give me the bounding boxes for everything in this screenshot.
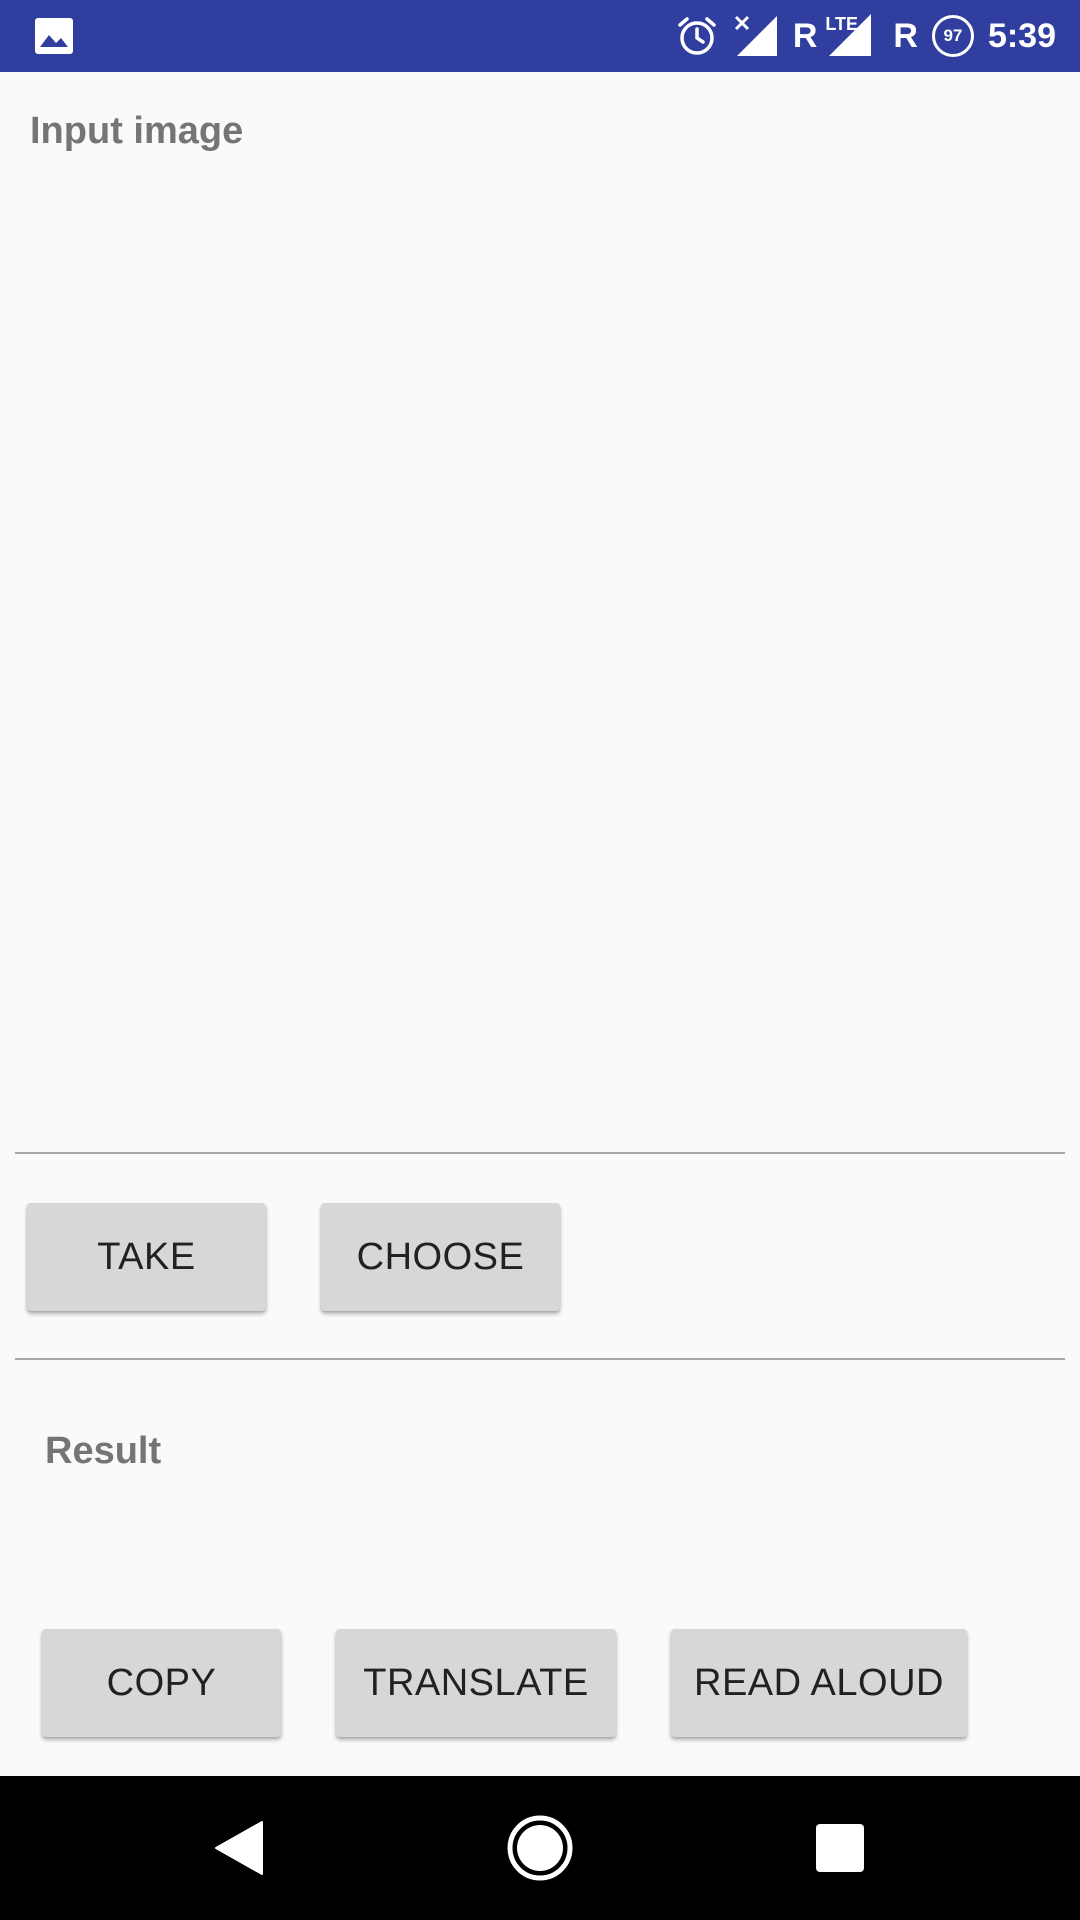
- home-circle-icon: [507, 1815, 573, 1881]
- status-bar: R LTE R 97 5:39: [0, 0, 1080, 72]
- read-aloud-button[interactable]: READ ALOUD: [671, 1629, 967, 1737]
- navigation-bar: [0, 1776, 1080, 1920]
- status-icons: R LTE R 97 5:39: [661, 0, 1056, 72]
- back-triangle-icon: [215, 1821, 263, 1875]
- roaming-indicator-2: R: [893, 17, 918, 55]
- translate-button[interactable]: TRANSLATE: [336, 1629, 616, 1737]
- recents-square-icon: [816, 1824, 864, 1872]
- result-label: Result: [45, 1430, 162, 1472]
- take-photo-button[interactable]: TAKE: [27, 1203, 266, 1311]
- home-button[interactable]: [460, 1776, 620, 1920]
- image-icon: [35, 18, 73, 54]
- choose-image-button[interactable]: CHOOSE: [321, 1203, 560, 1311]
- clock: 5:39: [987, 17, 1056, 55]
- result-text: [45, 1490, 1035, 1600]
- app-screen: R LTE R 97 5:39 Input image TAKE CHOOSE …: [0, 0, 1080, 1920]
- battery-level: 97: [943, 26, 963, 45]
- divider: [15, 1358, 1065, 1360]
- signal-full-icon: [829, 14, 872, 56]
- recents-button[interactable]: [760, 1776, 920, 1920]
- back-button[interactable]: [160, 1776, 320, 1920]
- no-signal-icon: [734, 15, 777, 56]
- input-image-view[interactable]: [15, 160, 1065, 1150]
- input-image-label: Input image: [30, 110, 244, 152]
- battery-icon: 97: [931, 15, 974, 57]
- roaming-indicator-1: R: [792, 17, 818, 55]
- alarm-clock-icon: [678, 17, 716, 55]
- divider: [15, 1152, 1065, 1154]
- copy-button[interactable]: COPY: [42, 1629, 281, 1737]
- lte-signal: LTE: [821, 0, 881, 72]
